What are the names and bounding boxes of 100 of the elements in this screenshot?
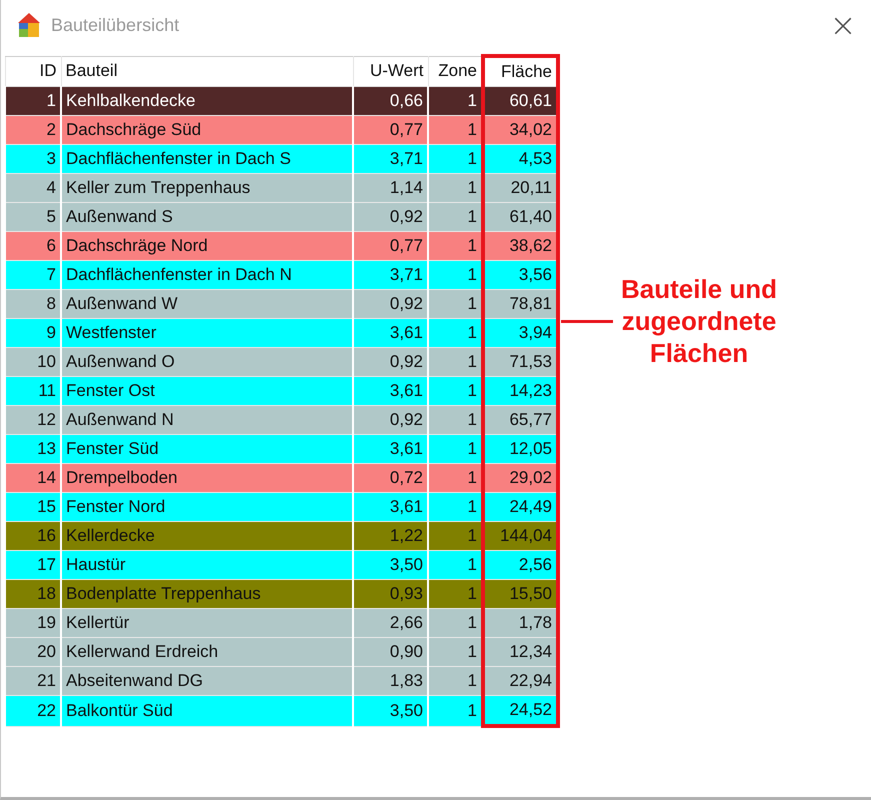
table-cell: 1,78 — [483, 608, 558, 638]
table-cell: 1 — [428, 550, 483, 580]
table-cell: 3,71 — [353, 144, 428, 174]
table-cell: 16 — [5, 522, 61, 550]
table-cell: 12,05 — [483, 434, 558, 464]
table-cell: Abseitenwand DG — [61, 666, 353, 696]
table-cell: 15,50 — [483, 580, 558, 608]
table-cell: 1,14 — [353, 174, 428, 202]
table-cell: 1,83 — [353, 666, 428, 696]
table-cell: 1 — [428, 666, 483, 696]
table-cell: 21 — [5, 666, 61, 696]
table-cell: 14 — [5, 464, 61, 492]
table-cell: 3,61 — [353, 492, 428, 522]
table-cell: Fenster Süd — [61, 434, 353, 464]
table-cell: 1 — [428, 116, 483, 144]
table-cell: 78,81 — [483, 290, 558, 318]
window-title: Bauteilübersicht — [51, 14, 180, 36]
table-cell: Kellerdecke — [61, 522, 353, 550]
table-cell: 17 — [5, 550, 61, 580]
table-cell: 12,34 — [483, 638, 558, 666]
table-cell: 2,66 — [353, 608, 428, 638]
table-cell: 61,40 — [483, 202, 558, 232]
table-cell: Keller zum Treppenhaus — [61, 174, 353, 202]
table-cell: 1 — [428, 144, 483, 174]
callout-text: Bauteile und — [621, 273, 778, 305]
table-cell: 3,61 — [353, 318, 428, 348]
table-cell: 24,52 — [483, 696, 558, 726]
table-cell: 3,94 — [483, 318, 558, 348]
table-cell: 0,77 — [353, 232, 428, 260]
table-cell: 1 — [428, 638, 483, 666]
table-cell: 0,93 — [353, 580, 428, 608]
table-cell: Außenwand N — [61, 406, 353, 434]
table-cell: Außenwand S — [61, 202, 353, 232]
table-cell: 144,04 — [483, 522, 558, 550]
table-cell: 22,94 — [483, 666, 558, 696]
column-header[interactable]: Zone — [428, 56, 483, 86]
table-cell: 0,77 — [353, 116, 428, 144]
table-cell: 1 — [428, 406, 483, 434]
table-cell: 0,92 — [353, 202, 428, 232]
table-cell: 10 — [5, 348, 61, 376]
table-cell: 9 — [5, 318, 61, 348]
table-cell: 71,53 — [483, 348, 558, 376]
table-cell: Fenster Ost — [61, 376, 353, 406]
column-header[interactable]: Fläche — [483, 56, 558, 86]
table-cell: Balkontür Süd — [61, 696, 353, 726]
table-cell: 12 — [5, 406, 61, 434]
table-cell: 3,56 — [483, 260, 558, 290]
table-cell: 1 — [428, 696, 483, 726]
table-cell: 0,92 — [353, 348, 428, 376]
table-cell: Drempelboden — [61, 464, 353, 492]
callout-text: zugeordnete — [622, 305, 776, 337]
table-cell: 2 — [5, 116, 61, 144]
table-cell: 1 — [428, 522, 483, 550]
table-cell: 7 — [5, 260, 61, 290]
table-cell: 1 — [5, 86, 61, 116]
table-cell: Westfenster — [61, 318, 353, 348]
table-cell: 1,22 — [353, 522, 428, 550]
table-cell: 1 — [428, 492, 483, 522]
table-cell: 1 — [428, 232, 483, 260]
table-cell: 4,53 — [483, 144, 558, 174]
table-cell: 0,92 — [353, 406, 428, 434]
table-cell: 20 — [5, 638, 61, 666]
table-cell: 1 — [428, 86, 483, 116]
table-cell: Außenwand O — [61, 348, 353, 376]
table-cell: 1 — [428, 202, 483, 232]
table-cell: 18 — [5, 580, 61, 608]
house-icon — [17, 12, 41, 38]
table-cell: 1 — [428, 608, 483, 638]
table-cell: 1 — [428, 434, 483, 464]
table-cell: 0,66 — [353, 86, 428, 116]
callout-text: Flächen — [650, 337, 748, 369]
table-cell: 20,11 — [483, 174, 558, 202]
table-cell: 8 — [5, 290, 61, 318]
table-cell: 0,90 — [353, 638, 428, 666]
table-cell: 65,77 — [483, 406, 558, 434]
table-cell: 11 — [5, 376, 61, 406]
column-header[interactable]: ID — [5, 56, 61, 86]
column-header[interactable]: Bauteil — [61, 56, 353, 86]
table-cell: 1 — [428, 290, 483, 318]
table-cell: 1 — [428, 318, 483, 348]
table-cell: Außenwand W — [61, 290, 353, 318]
table-cell: 1 — [428, 464, 483, 492]
close-button[interactable]: × — [815, 2, 871, 48]
table-cell: 1 — [428, 580, 483, 608]
column-header[interactable]: U-Wert — [353, 56, 428, 86]
table-cell: 1 — [428, 376, 483, 406]
table-cell: 3,50 — [353, 696, 428, 726]
table-cell: 3 — [5, 144, 61, 174]
table-cell: 15 — [5, 492, 61, 522]
table-cell: 38,62 — [483, 232, 558, 260]
table-cell: 1 — [428, 260, 483, 290]
table-cell: Kellerwand Erdreich — [61, 638, 353, 666]
leader-line — [561, 320, 613, 322]
table-cell: 3,61 — [353, 376, 428, 406]
table-cell: Bodenplatte Treppenhaus — [61, 580, 353, 608]
table-cell: 19 — [5, 608, 61, 638]
table-cell: 3,50 — [353, 550, 428, 580]
table-cell: 4 — [5, 174, 61, 202]
table-cell: Kellertür — [61, 608, 353, 638]
table-cell: 13 — [5, 434, 61, 464]
